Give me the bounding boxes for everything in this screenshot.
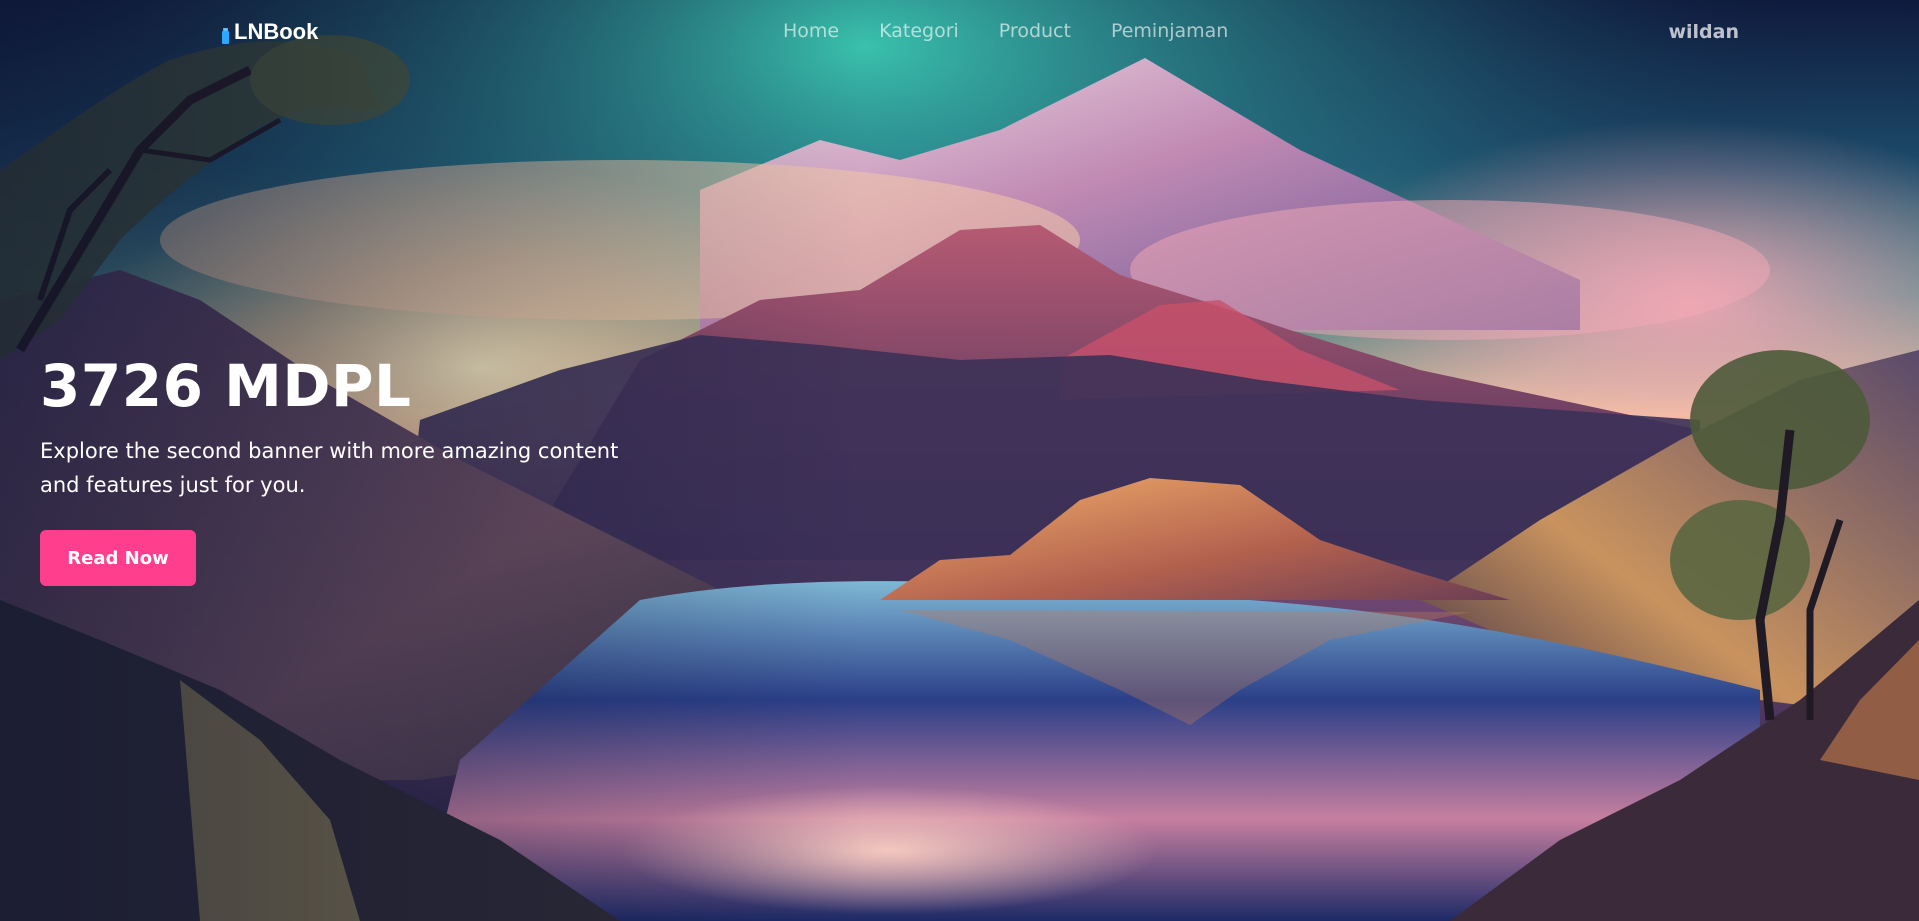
- banner-content: 3726 MDPL Explore the second banner with…: [40, 352, 680, 586]
- nav-link-home[interactable]: Home: [783, 20, 839, 42]
- nav-link-product[interactable]: Product: [999, 20, 1071, 42]
- hero-banner: LNBook Home Kategori Product Peminjaman …: [0, 0, 1919, 921]
- banner-title: 3726 MDPL: [40, 352, 412, 420]
- user-name-link[interactable]: wildan: [1668, 21, 1739, 43]
- nav-link-kategori[interactable]: Kategori: [879, 20, 959, 42]
- nav-link-peminjaman[interactable]: Peminjaman: [1111, 20, 1228, 42]
- nav-links: Home Kategori Product Peminjaman: [783, 20, 1228, 42]
- brand-logo-link[interactable]: LNBook: [222, 19, 318, 45]
- brand-name: LNBook: [234, 19, 319, 44]
- book-icon: [222, 24, 229, 44]
- top-navbar: LNBook Home Kategori Product Peminjaman …: [0, 0, 1919, 64]
- banner-description: Explore the second banner with more amaz…: [40, 439, 619, 497]
- read-now-button[interactable]: Read Now: [40, 530, 196, 586]
